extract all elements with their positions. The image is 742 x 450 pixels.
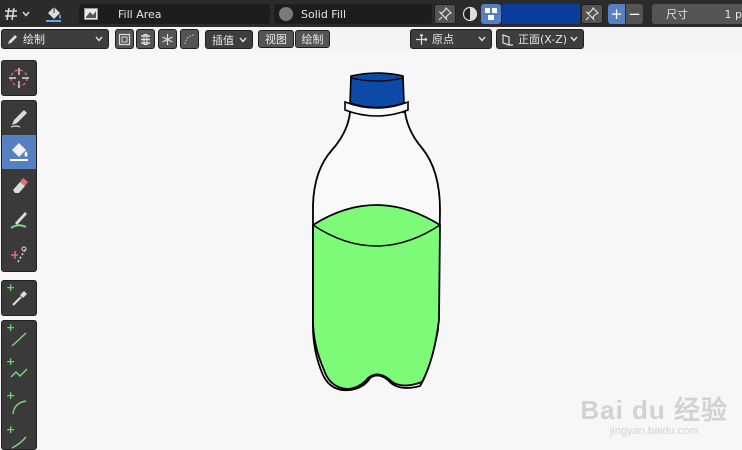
size-field[interactable]: 尺寸 1 p — [652, 4, 742, 24]
stroke-placement-selector[interactable]: 原点 — [410, 29, 492, 49]
select-mode-points-button[interactable] — [115, 29, 134, 49]
dotted-curve-icon — [184, 33, 195, 44]
chevron-down-icon — [95, 36, 103, 42]
brush-selector[interactable]: Fill Area — [79, 4, 270, 24]
material-color-icon — [462, 6, 478, 22]
interpolate-label: 插值 — [212, 33, 234, 47]
pin-color-button[interactable] — [581, 4, 603, 24]
multiframe-toggle[interactable] — [180, 29, 199, 49]
tool-header: Fill Area Solid Fill + − 尺寸 1 p — [0, 0, 742, 27]
plane-label: 正面(X-Z) — [518, 33, 568, 46]
tool-draw[interactable] — [2, 101, 36, 135]
toolbar-group-draw — [1, 100, 37, 272]
toolbar-group-primitives: + + + + — [1, 320, 37, 450]
origin-icon — [416, 33, 428, 45]
pencil-icon — [8, 34, 17, 44]
toolbar-group-cursor — [1, 60, 37, 96]
chevron-down-icon — [478, 36, 486, 42]
bottle-cap — [349, 72, 405, 109]
tool-polyline[interactable]: + — [2, 355, 36, 389]
material-sphere-icon — [279, 7, 293, 21]
add-icon: + — [6, 423, 16, 436]
fill-bucket-icon — [10, 143, 28, 161]
view-menu[interactable]: 视图 — [258, 30, 294, 48]
add-icon: + — [6, 281, 16, 294]
cutter-icon — [11, 246, 27, 263]
editor-type-selector[interactable] — [3, 3, 31, 24]
vertex-color-icon — [485, 8, 497, 20]
tool-erase[interactable] — [2, 169, 36, 203]
snowflake-icon — [162, 33, 173, 45]
brush-name: Fill Area — [118, 7, 162, 21]
tool-arc[interactable]: + — [2, 389, 36, 423]
material-selector[interactable]: Solid Fill — [274, 4, 432, 24]
select-mode-segment-button[interactable] — [158, 29, 177, 49]
drawing-plane-selector[interactable]: 正面(X-Z) — [496, 29, 584, 49]
mode-selector[interactable]: 绘制 — [1, 29, 109, 49]
chevron-down-icon — [239, 37, 247, 43]
material-name: Solid Fill — [301, 7, 346, 21]
tool-eyedropper[interactable]: + — [2, 281, 36, 315]
pin-icon — [438, 7, 452, 21]
liquid-fill — [312, 204, 441, 390]
tool-settings-bar: 绘制 插值 视图 绘制 原点 正面(X-Z) — [0, 27, 742, 51]
interpolate-menu[interactable]: 插值 — [205, 30, 253, 49]
active-tool-indicator — [42, 3, 66, 24]
toolbar-group-eyedropper: + — [1, 280, 37, 316]
draw-pencil-icon — [10, 110, 27, 128]
square-select-icon — [118, 33, 131, 45]
color-mode-toggle[interactable] — [460, 4, 480, 24]
eraser-icon — [13, 178, 28, 193]
chevron-down-icon — [22, 11, 30, 17]
brush-preview-icon — [84, 8, 98, 20]
pin-material-button[interactable] — [434, 4, 456, 24]
add-button[interactable]: + — [608, 4, 625, 24]
pin-icon — [585, 7, 599, 21]
stroke-select-icon — [141, 33, 150, 45]
editor-type-icon — [5, 7, 17, 20]
select-mode-stroke-button[interactable] — [136, 29, 155, 49]
watermark: Bai du 经验 jingyan.baidu.com — [580, 390, 728, 437]
add-icon: + — [6, 355, 16, 368]
add-icon: + — [6, 389, 16, 402]
add-icon: + — [6, 321, 16, 334]
cursor-icon — [9, 68, 29, 88]
tool-tint[interactable] — [2, 203, 36, 237]
tool-curve[interactable]: + — [2, 423, 36, 449]
mode-label: 绘制 — [23, 33, 45, 46]
size-value: 1 p — [724, 7, 742, 21]
tool-cursor[interactable] — [2, 61, 36, 95]
tool-fill[interactable] — [2, 135, 36, 169]
size-label: 尺寸 — [666, 8, 688, 21]
color-swatch[interactable] — [502, 4, 580, 24]
remove-button[interactable]: − — [626, 4, 643, 24]
origin-label: 原点 — [432, 33, 454, 46]
draw-menu[interactable]: 绘制 — [295, 30, 330, 48]
fill-bucket-icon — [46, 6, 61, 22]
chevron-down-icon — [570, 36, 578, 42]
vertex-color-toggle[interactable] — [481, 4, 501, 24]
tool-line[interactable]: + — [2, 321, 36, 355]
watermark-brand: Bai du 经验 — [580, 395, 728, 425]
tint-icon — [10, 212, 27, 229]
tool-cutter[interactable] — [2, 237, 36, 271]
plane-icon — [502, 33, 513, 46]
drawing-canvas[interactable] — [300, 70, 455, 400]
